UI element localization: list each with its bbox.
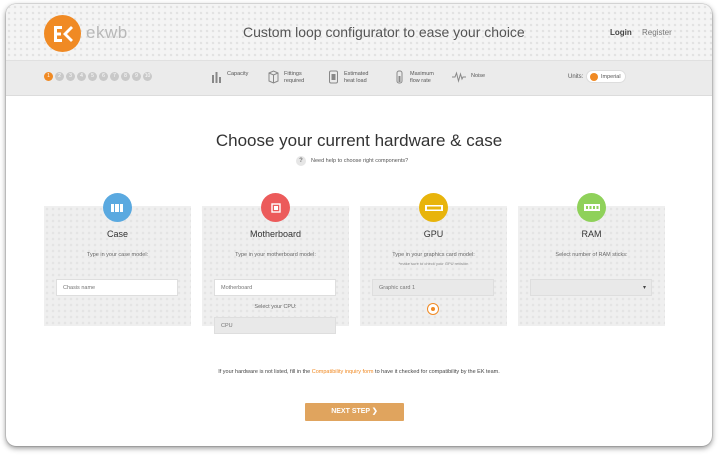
metric-label: Estimated heat load bbox=[344, 71, 369, 84]
motherboard-card: Motherboard Type in your motherboard mod… bbox=[202, 193, 349, 334]
step-dot[interactable]: 2 bbox=[55, 72, 64, 81]
next-step-button[interactable]: NEXT STEP ❯ bbox=[305, 403, 404, 421]
step-dot[interactable]: 9 bbox=[132, 72, 141, 81]
step-dot[interactable]: 3 bbox=[66, 72, 75, 81]
help-icon: ? bbox=[296, 156, 306, 166]
metric-label: Noise bbox=[471, 73, 486, 79]
step-dot[interactable]: 4 bbox=[77, 72, 86, 81]
card-instruction: Type in your graphics card model: bbox=[392, 252, 475, 258]
fittings-icon bbox=[268, 70, 279, 84]
step-indicator: 1 2 3 4 5 6 7 8 9 10 bbox=[44, 72, 152, 81]
cpu-label: Select your CPU: bbox=[254, 304, 297, 310]
metric-flow-rate: Maximum flow rate bbox=[394, 70, 434, 85]
gpu-icon bbox=[419, 193, 448, 222]
ram-sticks-select[interactable]: ▾ bbox=[530, 279, 652, 296]
noise-icon bbox=[452, 71, 466, 83]
gpu-card: GPU Type in your graphics card model: *m… bbox=[360, 193, 507, 326]
login-link[interactable]: Login bbox=[610, 28, 632, 37]
add-dot-icon bbox=[431, 307, 435, 311]
card-instruction: Type in your motherboard model: bbox=[235, 252, 316, 258]
ram-card: RAM Select number of RAM sticks: ▾ bbox=[518, 193, 665, 326]
note-text: to have it checked for compatibility by … bbox=[373, 369, 500, 375]
compatibility-form-link[interactable]: Compatibility inquiry form bbox=[312, 369, 374, 375]
help-text[interactable]: Need help to choose right components? bbox=[311, 158, 408, 164]
step-dot[interactable]: 5 bbox=[88, 72, 97, 81]
metric-heat-load: Estimated heat load bbox=[328, 70, 368, 85]
metric-label: Fittings required bbox=[284, 71, 305, 84]
units-value: Imperial bbox=[601, 73, 621, 80]
configurator-window: ekwb Custom loop configurator to ease yo… bbox=[6, 4, 712, 446]
ram-icon bbox=[577, 193, 606, 222]
cpu-input[interactable] bbox=[214, 317, 336, 334]
motherboard-model-input[interactable] bbox=[214, 279, 336, 296]
flow-rate-icon bbox=[396, 70, 403, 84]
card-title: Motherboard bbox=[249, 229, 302, 239]
metric-label: Capacity bbox=[227, 71, 249, 77]
heat-load-icon bbox=[329, 70, 338, 84]
case-card: Case Type in your case model: bbox=[44, 193, 191, 326]
compatibility-note: If your hardware is not listed, fill in … bbox=[6, 369, 712, 375]
ek-logo-icon[interactable] bbox=[44, 15, 81, 52]
step-dot[interactable]: 1 bbox=[44, 72, 53, 81]
chevron-down-icon: ▾ bbox=[642, 285, 646, 291]
metric-capacity: Capacity bbox=[211, 70, 248, 84]
gpu-revision-note: *make sure to check your GPU revision bbox=[398, 261, 469, 266]
toggle-knob bbox=[590, 72, 598, 81]
card-instruction: Select number of RAM sticks: bbox=[555, 252, 628, 258]
metric-noise: Noise bbox=[452, 70, 485, 84]
gpu-model-input[interactable] bbox=[372, 279, 494, 296]
card-title: Case bbox=[106, 229, 128, 239]
add-gpu-button[interactable] bbox=[427, 303, 439, 315]
step-dot[interactable]: 7 bbox=[110, 72, 119, 81]
card-title: GPU bbox=[423, 229, 444, 239]
motherboard-icon bbox=[261, 193, 290, 222]
register-link[interactable]: Register bbox=[642, 28, 672, 37]
step-dot[interactable]: 8 bbox=[121, 72, 130, 81]
progress-toolbar: 1 2 3 4 5 6 7 8 9 10 Capacity Fittings required E… bbox=[6, 60, 712, 96]
site-header: ekwb Custom loop configurator to ease yo… bbox=[6, 4, 712, 60]
page-title: Choose your current hardware & case bbox=[215, 131, 503, 150]
metric-label: Maximum flow rate bbox=[410, 71, 434, 84]
card-title: RAM bbox=[581, 229, 602, 239]
page-header-title: Custom loop configurator to ease your ch… bbox=[243, 24, 525, 40]
brand-name: ekwb bbox=[86, 23, 128, 42]
capacity-icon bbox=[212, 72, 221, 83]
help-link[interactable]: ? Need help to choose right components? bbox=[296, 156, 408, 166]
case-icon bbox=[103, 193, 132, 222]
note-text: If your hardware is not listed, fill in … bbox=[218, 369, 312, 375]
case-model-input[interactable] bbox=[56, 279, 178, 296]
metric-fittings: Fittings required bbox=[268, 70, 304, 85]
step-dot[interactable]: 10 bbox=[143, 72, 152, 81]
units-toggle[interactable]: Imperial bbox=[586, 70, 626, 83]
units-label: Units: bbox=[568, 74, 584, 80]
step-dot[interactable]: 6 bbox=[99, 72, 108, 81]
card-instruction: Type in your case model: bbox=[86, 252, 149, 258]
